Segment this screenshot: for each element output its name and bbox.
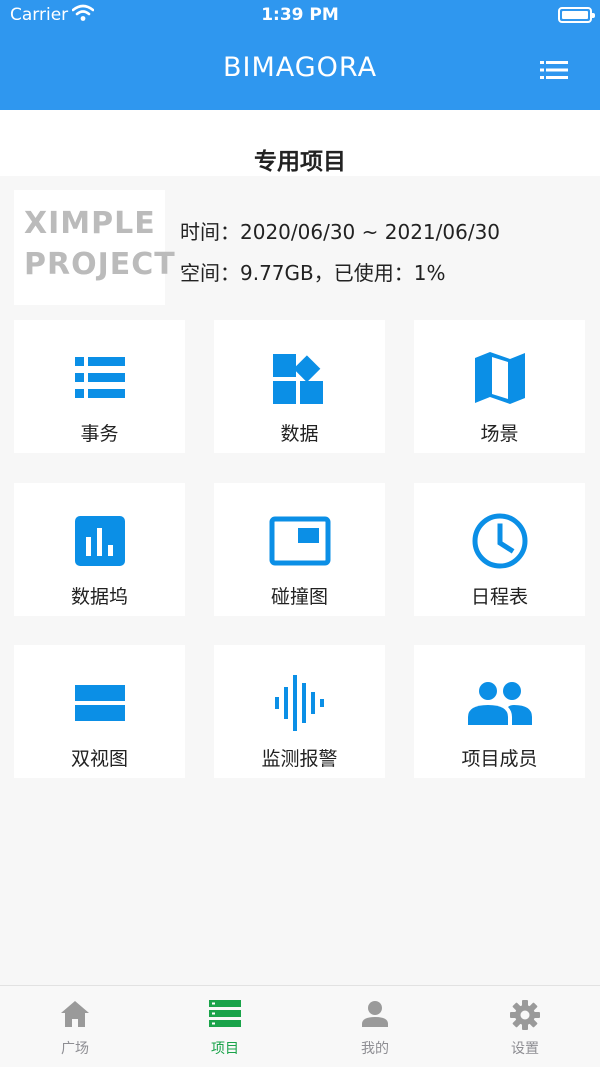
bottom-tab-bar: 广场 项目 我的 设置 xyxy=(0,985,600,1067)
tab-mine[interactable]: 我的 xyxy=(300,986,450,1067)
tab-plaza[interactable]: 广场 xyxy=(0,986,150,1067)
tile-affairs[interactable]: 事务 xyxy=(14,320,185,453)
menu-list-button[interactable] xyxy=(540,60,568,80)
widgets-icon xyxy=(272,354,323,404)
project-time: 时间：2020/06/30 ~ 2021/06/30 xyxy=(180,220,501,244)
tile-label: 双视图 xyxy=(70,748,128,770)
tile-label: 事务 xyxy=(80,423,119,445)
tab-label: 我的 xyxy=(361,1041,389,1057)
people-icon xyxy=(467,682,532,725)
page-title: 专用项目 xyxy=(254,149,346,175)
tile-label: 监测报警 xyxy=(261,748,338,770)
tile-label: 数据 xyxy=(280,423,319,445)
home-icon xyxy=(61,1001,89,1027)
tile-label: 日程表 xyxy=(470,586,528,608)
split-view-icon xyxy=(74,685,125,721)
picture-in-picture-icon xyxy=(269,516,330,566)
waveform-icon xyxy=(274,675,324,731)
clock-icon xyxy=(472,513,527,569)
tab-label: 项目 xyxy=(211,1041,239,1057)
gear-icon xyxy=(510,1000,540,1030)
tile-collision-map[interactable]: 碰撞图 xyxy=(214,483,385,616)
tile-data[interactable]: 数据 xyxy=(214,320,385,453)
bar-chart-icon xyxy=(74,516,125,566)
tile-label: 项目成员 xyxy=(461,748,538,770)
app-title: BIMAGORA xyxy=(222,52,378,83)
tab-project[interactable]: 项目 xyxy=(150,986,300,1067)
tab-label: 设置 xyxy=(511,1041,539,1057)
logo-line-1: XIMPLE xyxy=(24,206,156,241)
tile-monitoring-alarm[interactable]: 监测报警 xyxy=(214,645,385,778)
tab-label: 广场 xyxy=(61,1041,89,1057)
tile-data-dock[interactable]: 数据坞 xyxy=(14,483,185,616)
tile-label: 数据坞 xyxy=(70,586,128,608)
battery-icon xyxy=(558,7,595,23)
tile-dual-view[interactable]: 双视图 xyxy=(14,645,185,778)
tile-label: 碰撞图 xyxy=(270,586,328,608)
person-icon xyxy=(362,1001,388,1027)
status-bar: Carrier 1:39 PM xyxy=(0,0,600,30)
tile-label: 场景 xyxy=(480,423,519,445)
tile-project-members[interactable]: 项目成员 xyxy=(414,645,585,778)
logo-line-2: PROJECT xyxy=(24,247,176,282)
tile-scene[interactable]: 场景 xyxy=(414,320,585,453)
status-time: 1:39 PM xyxy=(261,5,339,25)
list-icon xyxy=(74,357,125,398)
map-icon xyxy=(474,352,525,404)
app-header: Carrier 1:39 PM BIMAGORA xyxy=(0,0,600,110)
tab-settings[interactable]: 设置 xyxy=(450,986,600,1067)
project-logo-text: XIMPLE PROJECT xyxy=(24,203,176,285)
project-space: 空间：9.77GB，已使用：1% xyxy=(180,261,446,285)
tile-schedule[interactable]: 日程表 xyxy=(414,483,585,616)
storage-icon xyxy=(209,1000,241,1027)
